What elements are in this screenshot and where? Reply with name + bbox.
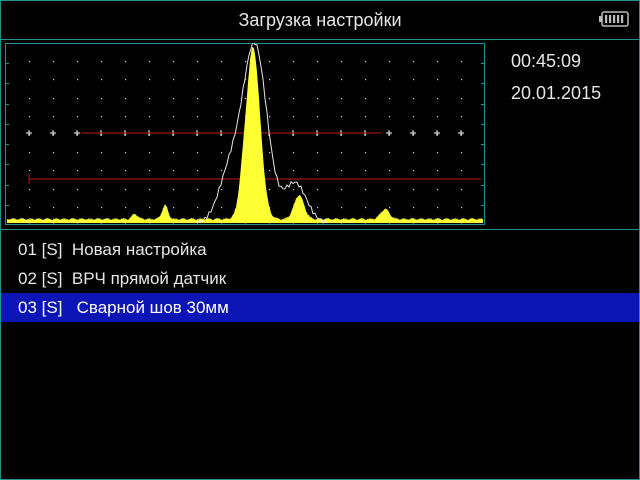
list-item-selected[interactable]: 03 [S] Сварной шов 30мм — [1, 293, 639, 322]
page-title: Загрузка настройки — [238, 10, 402, 30]
list-item[interactable]: 02 [S] ВРЧ прямой датчик — [1, 264, 639, 293]
device-screen: Загрузка настройки 00:45:09 20.01.2015 0… — [0, 0, 640, 480]
list-item[interactable]: 01 [S] Новая настройка — [1, 235, 639, 264]
scope-panel: 00:45:09 20.01.2015 — [1, 39, 639, 230]
a-scan-display — [5, 43, 485, 225]
title-bar: Загрузка настройки — [1, 1, 639, 40]
settings-list[interactable]: 01 [S] Новая настройка 02 [S] ВРЧ прямой… — [1, 235, 639, 322]
clock: 00:45:09 — [511, 51, 582, 71]
battery-full-icon — [599, 11, 629, 27]
date: 20.01.2015 — [511, 83, 602, 103]
